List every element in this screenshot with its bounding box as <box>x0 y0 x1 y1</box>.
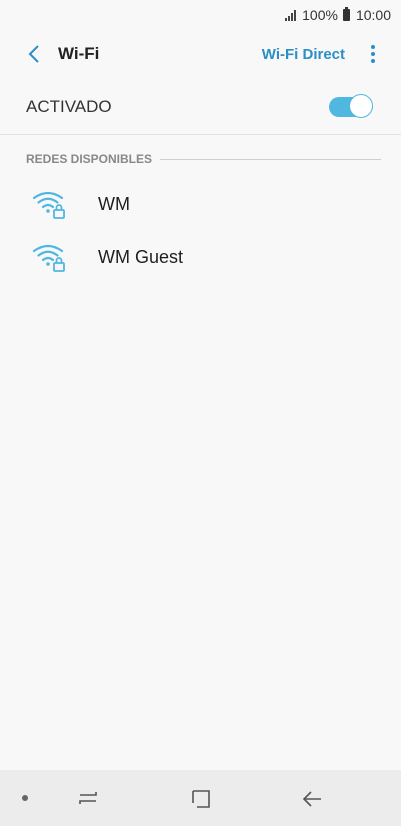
section-divider <box>160 158 381 160</box>
signal-icon <box>285 9 297 21</box>
back-nav-button[interactable] <box>300 786 326 812</box>
wifi-switch[interactable] <box>329 94 373 118</box>
home-icon <box>192 790 210 808</box>
switch-knob <box>349 94 373 118</box>
network-item[interactable]: WM <box>0 178 401 230</box>
nav-dot-icon <box>22 795 28 801</box>
wifi-lock-icon <box>32 186 68 222</box>
recent-apps-icon <box>79 792 97 804</box>
app-bar: Wi-Fi Wi-Fi Direct <box>0 30 401 78</box>
clock: 10:00 <box>355 7 391 23</box>
back-button[interactable] <box>14 34 54 74</box>
toggle-label: ACTIVADO <box>26 97 112 116</box>
network-name: WM <box>98 193 130 214</box>
more-dot-icon <box>371 45 375 49</box>
battery-level: 100% <box>302 7 338 23</box>
more-dot-icon <box>371 59 375 63</box>
network-name: WM Guest <box>98 246 184 267</box>
page-title: Wi-Fi <box>58 44 100 63</box>
more-options-button[interactable] <box>355 34 391 74</box>
more-dot-icon <box>371 52 375 56</box>
navigation-bar <box>0 770 401 826</box>
recent-apps-button[interactable] <box>76 786 102 812</box>
wifi-toggle-row[interactable]: ACTIVADO <box>0 80 401 135</box>
home-button[interactable] <box>188 786 214 812</box>
section-header: REDES DISPONIBLES <box>26 152 381 166</box>
status-bar: 100% 10:00 <box>0 0 401 30</box>
wifi-lock-icon <box>32 239 68 275</box>
battery-icon <box>342 7 350 21</box>
arrow-left-icon <box>302 791 321 807</box>
wifi-direct-button[interactable]: Wi-Fi Direct <box>262 46 345 63</box>
chevron-left-icon <box>28 45 39 63</box>
section-title: REDES DISPONIBLES <box>26 152 153 166</box>
network-item[interactable]: WM Guest <box>0 231 401 283</box>
